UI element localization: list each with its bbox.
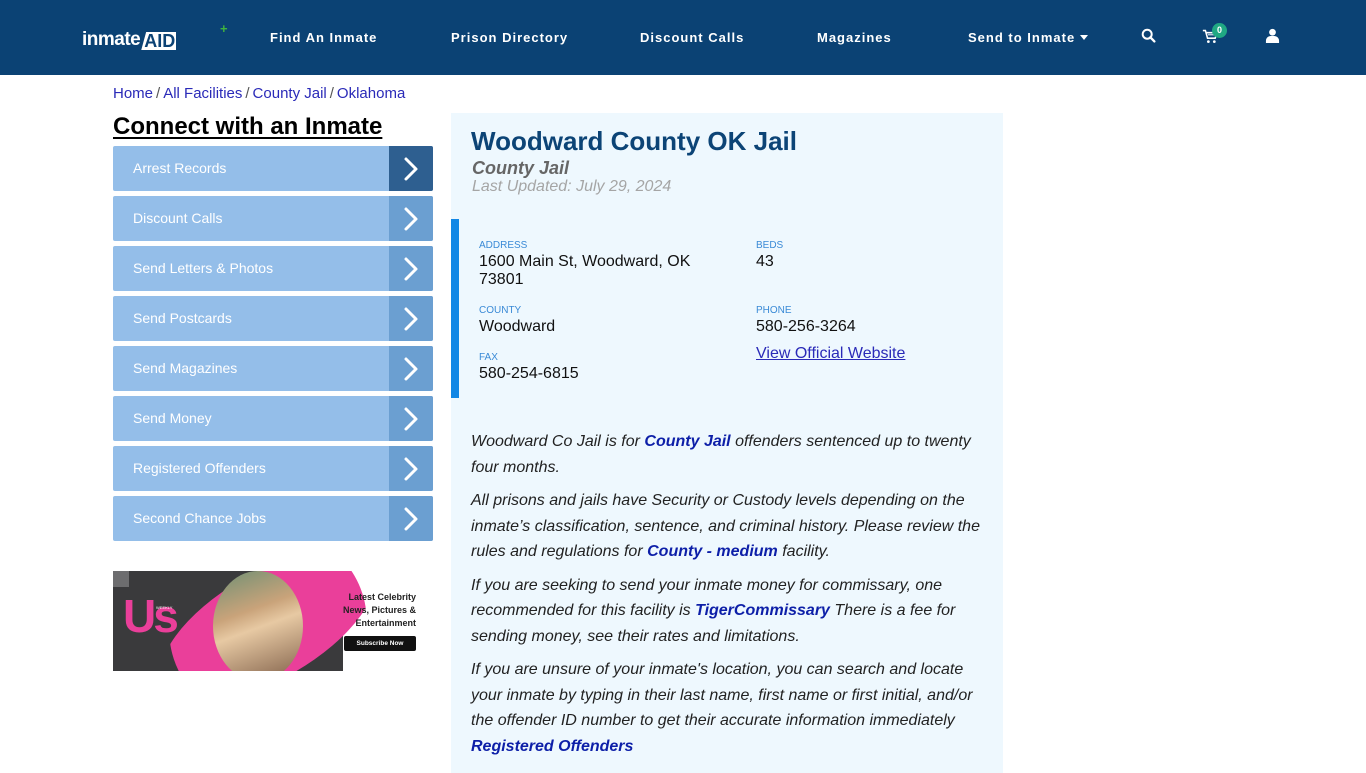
sidebar-item-registered-offenders[interactable]: Registered Offenders <box>113 446 433 491</box>
phone-field: PHONE 580-256-3264 <box>756 305 856 336</box>
fax-value: 580-254-6815 <box>479 365 579 382</box>
beds-value: 43 <box>756 253 774 270</box>
sidebar-item-label: Send Letters & Photos <box>133 260 274 276</box>
sidebar-item-send-postcards[interactable]: Send Postcards <box>113 296 433 341</box>
facility-card: Woodward County OK Jail County Jail Last… <box>451 113 1003 773</box>
description-paragraph: Woodward Co Jail is for County Jail offe… <box>471 429 986 480</box>
address-field: ADDRESS 1600 Main St, Woodward, OK 73801 <box>479 240 719 289</box>
chevron-right-icon <box>389 146 433 191</box>
beds-field: BEDS 43 <box>756 240 783 271</box>
ad-info-corner[interactable] <box>113 571 129 587</box>
cart-count-badge: 0 <box>1212 23 1227 38</box>
chevron-right-icon <box>389 446 433 491</box>
nav-discount-calls[interactable]: Discount Calls <box>640 30 744 46</box>
sidebar-item-label: Registered Offenders <box>133 460 266 476</box>
logo-text-inmate: inmate <box>82 29 141 50</box>
sidebar-item-label: Send Magazines <box>133 360 238 376</box>
breadcrumb-oklahoma[interactable]: Oklahoma <box>337 85 405 102</box>
top-navbar: inmate AID + Find An Inmate Prison Direc… <box>0 0 1366 75</box>
sidebar-item-label: Second Chance Jobs <box>133 510 267 526</box>
logo-plus-icon: + <box>220 21 228 36</box>
county-field: COUNTY Woodward <box>479 305 555 336</box>
breadcrumb-all-facilities[interactable]: All Facilities <box>163 85 242 102</box>
sidebar-item-arrest-records[interactable]: Arrest Records <box>113 146 433 191</box>
sidebar-menu: Arrest Records Discount Calls Send Lette… <box>113 146 433 546</box>
us-weekly-ad-banner[interactable]: Us WEEKLY Latest Celebrity News, Picture… <box>113 571 416 671</box>
ad-brand-sub: WEEKLY <box>156 605 173 610</box>
sidebar-item-send-letters-photos[interactable]: Send Letters & Photos <box>113 246 433 291</box>
sidebar-item-send-magazines[interactable]: Send Magazines <box>113 346 433 391</box>
last-updated: Last Updated: July 29, 2024 <box>472 178 672 195</box>
breadcrumb-home[interactable]: Home <box>113 85 153 102</box>
sidebar-item-label: Arrest Records <box>133 160 227 176</box>
facility-description: Woodward Co Jail is for County Jail offe… <box>471 429 986 767</box>
nav-send-to-inmate-label: Send to Inmate <box>968 30 1076 45</box>
chevron-right-icon <box>389 496 433 541</box>
registered-offenders-link[interactable]: Registered Offenders <box>471 738 633 755</box>
sidebar-item-send-money[interactable]: Send Money <box>113 396 433 441</box>
phone-label: PHONE <box>756 305 792 316</box>
text: facility. <box>777 543 830 560</box>
ad-brand-logo: Us <box>123 590 179 642</box>
sidebar-item-label: Send Postcards <box>133 310 232 326</box>
sidebar-item-second-chance-jobs[interactable]: Second Chance Jobs <box>113 496 433 541</box>
county-value: Woodward <box>479 318 556 335</box>
chevron-right-icon <box>389 346 433 391</box>
facility-title: Woodward County OK Jail <box>471 126 797 156</box>
nav-magazines[interactable]: Magazines <box>817 30 892 46</box>
breadcrumb-separator: / <box>156 85 161 102</box>
search-icon[interactable] <box>1140 27 1160 47</box>
ad-subscribe-button[interactable]: Subscribe Now <box>344 636 416 651</box>
ad-headline: Latest Celebrity News, Pictures & Entert… <box>342 592 416 628</box>
breadcrumb-separator: / <box>329 85 334 102</box>
address-label: ADDRESS <box>479 240 528 251</box>
nav-prison-directory[interactable]: Prison Directory <box>451 30 568 46</box>
tigercommissary-link[interactable]: TigerCommissary <box>695 602 830 619</box>
county-medium-link[interactable]: County - medium <box>647 543 778 560</box>
logo-text-aid: AID <box>141 32 177 50</box>
chevron-right-icon <box>389 246 433 291</box>
sidebar-item-label: Send Money <box>133 410 212 426</box>
description-paragraph: If you are unsure of your inmate's locat… <box>471 657 986 759</box>
sidebar-item-discount-calls[interactable]: Discount Calls <box>113 196 433 241</box>
text: Woodward Co Jail is for <box>471 433 645 450</box>
user-icon[interactable] <box>1265 28 1285 48</box>
facility-type: County Jail <box>472 158 570 178</box>
county-label: COUNTY <box>479 305 522 316</box>
sidebar-title: Connect with an Inmate <box>113 113 383 140</box>
breadcrumb-county-jail[interactable]: County Jail <box>253 85 327 102</box>
nav-find-an-inmate[interactable]: Find An Inmate <box>270 30 377 46</box>
chevron-right-icon <box>389 396 433 441</box>
fax-label: FAX <box>479 352 498 363</box>
address-value: 1600 Main St, Woodward, OK 73801 <box>479 253 691 288</box>
breadcrumb: Home / All Facilities / County Jail / Oklahoma <box>113 85 405 103</box>
caret-down-icon <box>1080 35 1089 40</box>
description-paragraph: All prisons and jails have Security or C… <box>471 488 986 565</box>
county-jail-link[interactable]: County Jail <box>644 433 730 450</box>
beds-label: BEDS <box>756 240 784 251</box>
nav-send-to-inmate[interactable]: Send to Inmate <box>968 30 1089 46</box>
facility-info-box: ADDRESS 1600 Main St, Woodward, OK 73801… <box>451 219 1003 398</box>
breadcrumb-separator: / <box>245 85 250 102</box>
fax-field: FAX 580-254-6815 <box>479 352 579 383</box>
phone-value: 580-256-3264 <box>756 318 856 335</box>
view-official-website-link[interactable]: View Official Website <box>756 345 905 363</box>
sidebar-item-label: Discount Calls <box>133 210 223 226</box>
chevron-right-icon <box>389 196 433 241</box>
text: If you are unsure of your inmate's locat… <box>471 661 973 729</box>
inmateaid-logo[interactable]: inmate AID + <box>82 22 228 50</box>
description-paragraph: If you are seeking to send your inmate m… <box>471 573 986 650</box>
chevron-right-icon <box>389 296 433 341</box>
website-field: View Official Website <box>756 343 905 363</box>
